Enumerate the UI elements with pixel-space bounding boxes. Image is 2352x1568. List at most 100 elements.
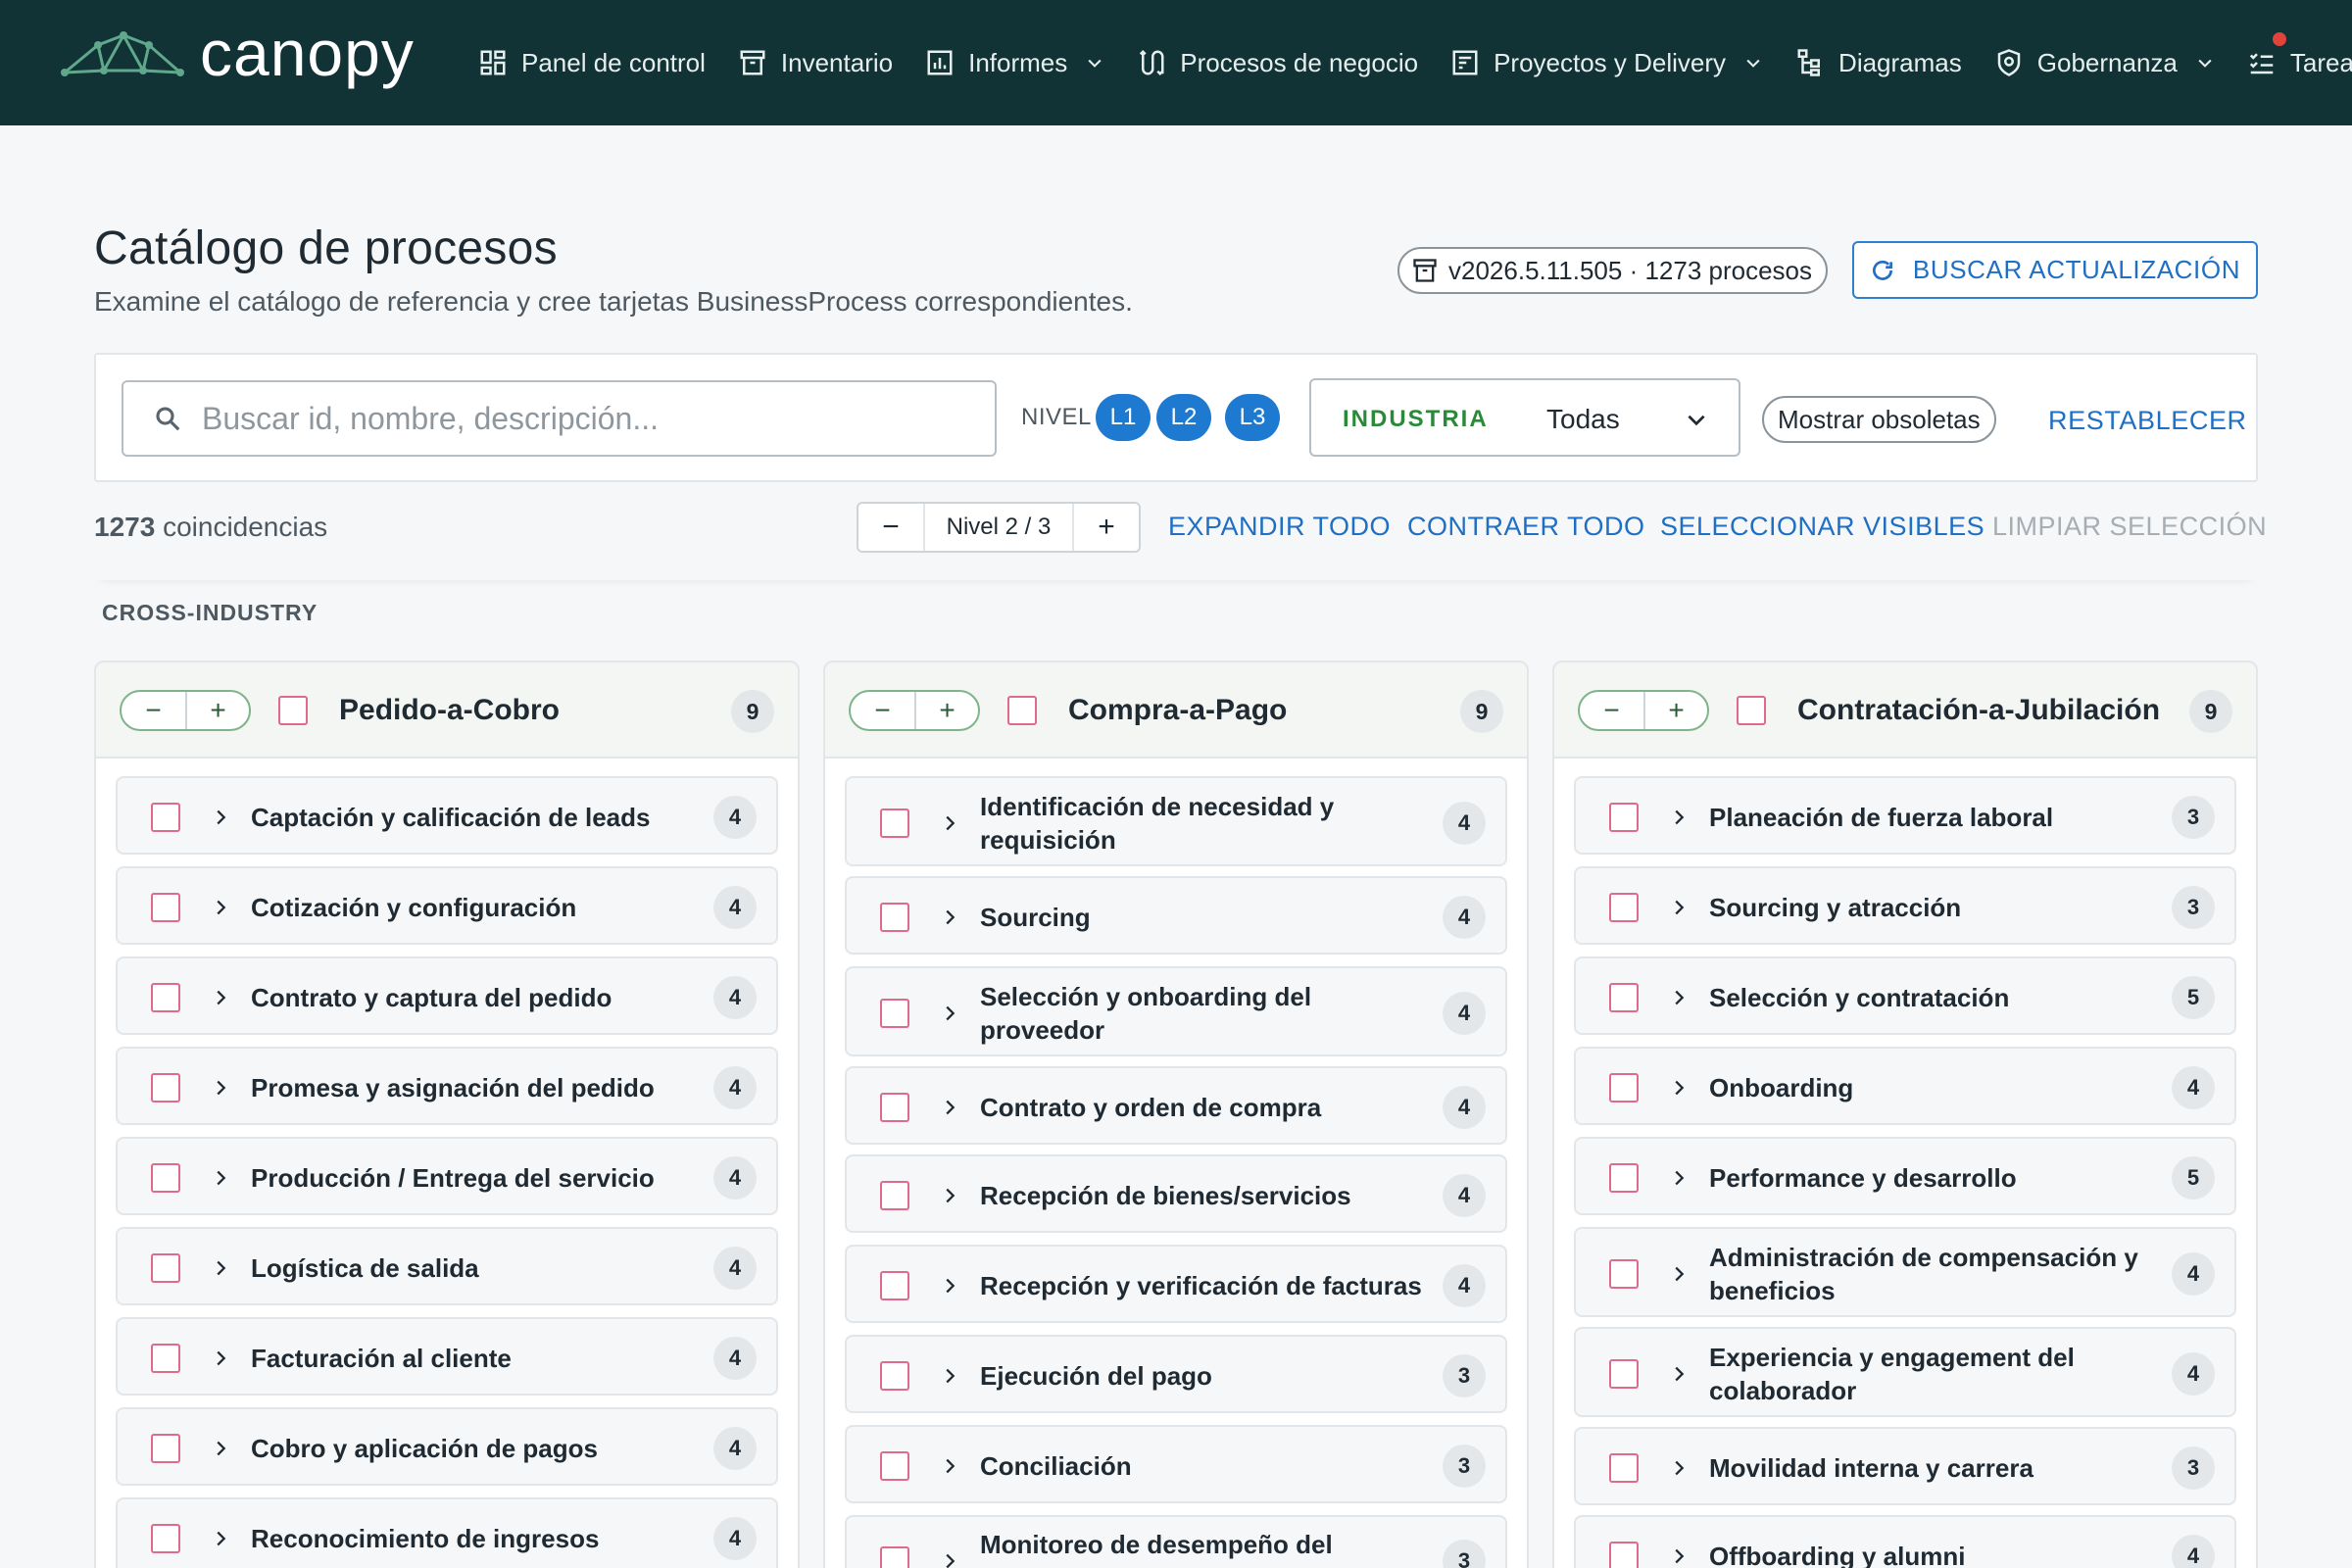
process-item[interactable]: Onboarding 4 [1574,1047,2236,1125]
process-checkbox[interactable] [880,1451,909,1481]
process-checkbox[interactable] [1609,1359,1639,1389]
level-increase-button[interactable]: + [1074,504,1139,551]
expand-all-button[interactable]: EXPANDIR TODO [1168,512,1391,542]
level-pill-l1[interactable]: L1 [1096,394,1151,441]
chevron-right-icon[interactable] [1668,987,1690,1008]
process-item[interactable]: Logística de salida 4 [116,1227,778,1305]
column-checkbox[interactable] [1737,696,1766,725]
column-checkbox[interactable] [278,696,308,725]
process-checkbox[interactable] [880,1271,909,1300]
column-checkbox[interactable] [1007,696,1037,725]
search-box[interactable] [122,380,997,457]
process-item[interactable]: Movilidad interna y carrera 3 [1574,1427,2236,1505]
column-expand-button[interactable]: + [1643,692,1707,729]
process-checkbox[interactable] [1609,803,1639,832]
process-item[interactable]: Offboarding y alumni 4 [1574,1515,2236,1568]
process-checkbox[interactable] [880,1181,909,1210]
chevron-right-icon[interactable] [1668,1457,1690,1479]
process-checkbox[interactable] [151,983,180,1012]
column-expand-button[interactable]: + [185,692,249,729]
process-checkbox[interactable] [880,1093,909,1122]
nav-item-projects[interactable]: Proyectos y Delivery [1450,48,1763,78]
process-item[interactable]: Experiencia y engagement del colaborador… [1574,1327,2236,1417]
process-checkbox[interactable] [1609,983,1639,1012]
chevron-right-icon[interactable] [210,1167,231,1189]
nav-item-dashboard[interactable]: Panel de control [478,48,706,78]
nav-item-reports[interactable]: Informes [925,48,1104,78]
process-checkbox[interactable] [151,1163,180,1193]
chevron-right-icon[interactable] [939,1550,960,1568]
process-item[interactable]: Recepción de bienes/servicios 4 [845,1154,1507,1233]
industry-select[interactable]: INDUSTRIA Todas [1309,378,1740,457]
process-checkbox[interactable] [880,903,909,932]
process-item[interactable]: Conciliación 3 [845,1425,1507,1503]
process-item[interactable]: Cotización y configuración 4 [116,866,778,945]
process-item[interactable]: Producción / Entrega del servicio 4 [116,1137,778,1215]
select-visible-button[interactable]: SELECCIONAR VISIBLES [1660,512,1984,542]
column-collapse-button[interactable]: − [1580,692,1643,729]
process-checkbox[interactable] [880,808,909,838]
process-item[interactable]: Sourcing y atracción 3 [1574,866,2236,945]
chevron-right-icon[interactable] [210,1077,231,1099]
collapse-all-button[interactable]: CONTRAER TODO [1407,512,1645,542]
column-collapse-button[interactable]: − [122,692,185,729]
nav-item-business-processes[interactable]: Procesos de negocio [1137,48,1418,78]
nav-item-inventory[interactable]: Inventario [738,48,893,78]
process-checkbox[interactable] [1609,1542,1639,1568]
process-item[interactable]: Reconocimiento de ingresos 4 [116,1497,778,1568]
level-pill-l2[interactable]: L2 [1156,394,1211,441]
process-item[interactable]: Selección y onboarding del proveedor 4 [845,966,1507,1056]
chevron-right-icon[interactable] [1668,1167,1690,1189]
chevron-right-icon[interactable] [210,1348,231,1369]
chevron-right-icon[interactable] [939,812,960,834]
process-item[interactable]: Monitoreo de desempeño del 3 [845,1515,1507,1568]
process-checkbox[interactable] [1609,1453,1639,1483]
nav-item-diagrams[interactable]: Diagramas [1795,48,1962,78]
process-item[interactable]: Captación y calificación de leads 4 [116,776,778,855]
chevron-right-icon[interactable] [210,1438,231,1459]
process-item[interactable]: Administración de compensación y benefic… [1574,1227,2236,1317]
nav-item-tasks[interactable]: Tareas [2247,31,2352,78]
check-update-button[interactable]: BUSCAR ACTUALIZACIÓN [1852,241,2258,299]
process-checkbox[interactable] [151,803,180,832]
process-checkbox[interactable] [151,1073,180,1102]
process-checkbox[interactable] [1609,1073,1639,1102]
chevron-right-icon[interactable] [210,1257,231,1279]
process-item[interactable]: Contrato y captura del pedido 4 [116,956,778,1035]
chevron-right-icon[interactable] [1668,1363,1690,1385]
chevron-right-icon[interactable] [1668,1263,1690,1285]
chevron-right-icon[interactable] [939,1365,960,1387]
chevron-right-icon[interactable] [939,906,960,928]
nav-item-governance[interactable]: Gobernanza [1994,48,2215,78]
column-expand-button[interactable]: + [914,692,978,729]
chevron-right-icon[interactable] [210,897,231,918]
process-checkbox[interactable] [151,1524,180,1553]
chevron-right-icon[interactable] [210,987,231,1008]
chevron-right-icon[interactable] [210,1528,231,1549]
process-checkbox[interactable] [151,1434,180,1463]
process-checkbox[interactable] [151,1344,180,1373]
process-item[interactable]: Ejecución del pago 3 [845,1335,1507,1413]
process-checkbox[interactable] [1609,1163,1639,1193]
process-checkbox[interactable] [880,999,909,1028]
level-pill-l3[interactable]: L3 [1225,394,1280,441]
process-checkbox[interactable] [151,1253,180,1283]
process-item[interactable]: Contrato y orden de compra 4 [845,1066,1507,1145]
process-checkbox[interactable] [151,893,180,922]
chevron-right-icon[interactable] [1668,1077,1690,1099]
chevron-right-icon[interactable] [939,1003,960,1024]
chevron-right-icon[interactable] [939,1097,960,1118]
level-decrease-button[interactable]: − [858,504,923,551]
reset-filters-button[interactable]: RESTABLECER [2048,406,2247,436]
column-collapse-button[interactable]: − [851,692,914,729]
process-checkbox[interactable] [1609,1259,1639,1289]
show-obsolete-toggle[interactable]: Mostrar obsoletas [1762,396,1996,443]
process-item[interactable]: Planeación de fuerza laboral 3 [1574,776,2236,855]
process-item[interactable]: Cobro y aplicación de pagos 4 [116,1407,778,1486]
search-input[interactable] [202,400,947,437]
chevron-right-icon[interactable] [1668,897,1690,918]
process-checkbox[interactable] [880,1361,909,1391]
process-item[interactable]: Identificación de necesidad y requisició… [845,776,1507,866]
process-item[interactable]: Recepción y verificación de facturas 4 [845,1245,1507,1323]
process-checkbox[interactable] [1609,893,1639,922]
